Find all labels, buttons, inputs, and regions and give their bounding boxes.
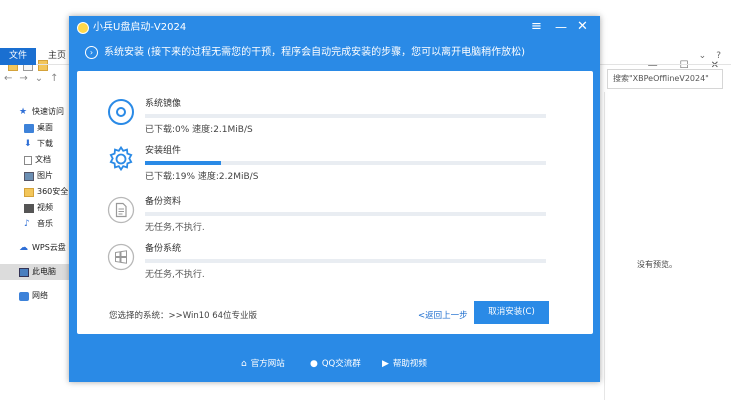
navigation-pane: ★ 快速访问 桌面 ⬇ 下载 文档 图片 360安全 视频 ♪ 音乐 ☁ WPS… <box>0 104 70 304</box>
qq-group-link-label: QQ交流群 <box>321 359 361 369</box>
sidebar-item-downloads[interactable]: ⬇ 下载 <box>0 136 70 152</box>
sidebar-item-label: 360安全 <box>37 187 69 196</box>
network-icon <box>19 291 29 301</box>
sidebar-item-label: 此电脑 <box>32 267 56 276</box>
sidebar-item-quick-access[interactable]: ★ 快速访问 <box>0 104 70 120</box>
video-icon <box>24 203 34 213</box>
tab-home[interactable]: 主页 <box>48 48 66 65</box>
step-header: › 系统安装 (接下来的过程无需您的干预，程序会自动完成安装的步骤，您可以离开电… <box>69 42 600 64</box>
task-status: 已下载:0% 速度:2.1MiB/S <box>145 125 253 135</box>
sidebar-item-documents[interactable]: 文档 <box>0 152 70 168</box>
sidebar-item-label: WPS云盘 <box>32 243 66 252</box>
chevron-down-icon[interactable]: ⌄ <box>35 73 43 84</box>
task-name: 备份资料 <box>145 197 182 207</box>
music-icon: ♪ <box>24 219 30 229</box>
progress-bar <box>145 114 546 118</box>
qq-icon: ● <box>310 359 318 369</box>
task-system-image: 系统镜像 已下载:0% 速度:2.1MiB/S <box>77 98 593 144</box>
step-description: 系统安装 (接下来的过程无需您的干预，程序会自动完成安装的步骤，您可以离开电脑稍… <box>104 47 525 58</box>
app-logo-icon <box>77 22 89 34</box>
home-icon: ⌂ <box>241 359 247 369</box>
back-link[interactable]: <返回上一步 <box>418 309 468 321</box>
sidebar-item-network[interactable]: 网络 <box>0 288 70 304</box>
pane-divider[interactable] <box>604 92 605 400</box>
play-icon: ▶ <box>382 359 389 369</box>
up-arrow-icon[interactable]: ↑ <box>50 73 58 84</box>
qq-group-link[interactable]: ● QQ交流群 <box>310 358 361 370</box>
ribbon-right-controls: ⌄ ? <box>699 48 721 65</box>
progress-bar <box>145 259 546 263</box>
sidebar-item-label: 视频 <box>37 203 53 212</box>
download-icon: ⬇ <box>24 139 32 149</box>
sidebar-item-desktop[interactable]: 桌面 <box>0 120 70 136</box>
task-status: 已下载:19% 速度:2.2MiB/S <box>145 172 259 182</box>
chevron-down-icon[interactable]: ⌄ <box>699 48 707 65</box>
progress-panel: 系统镜像 已下载:0% 速度:2.1MiB/S 安装组件 已下载:19% 速度:… <box>77 71 593 334</box>
chevron-right-icon: › <box>85 46 98 59</box>
sidebar-item-360[interactable]: 360安全 <box>0 184 70 200</box>
task-name: 备份系统 <box>145 244 182 254</box>
sidebar-item-label: 桌面 <box>37 123 53 132</box>
website-link[interactable]: ⌂ 官方网站 <box>241 358 285 370</box>
disc-icon <box>108 99 134 125</box>
document-icon <box>24 155 32 165</box>
sidebar-item-label: 图片 <box>37 171 53 180</box>
help-video-link-label: 帮助视频 <box>392 359 427 369</box>
dialog-titlebar[interactable]: 小兵U盘启动-V2024 ≡ — ✕ <box>69 16 600 40</box>
sidebar-item-label: 快速访问 <box>32 107 64 116</box>
sidebar-item-music[interactable]: ♪ 音乐 <box>0 216 70 232</box>
folder-icon <box>24 187 34 197</box>
sidebar-item-label: 网络 <box>32 291 48 300</box>
task-install-components: 安装组件 已下载:19% 速度:2.2MiB/S <box>77 145 593 191</box>
sidebar-item-this-pc[interactable]: 此电脑 <box>0 264 70 280</box>
task-name: 系统镜像 <box>145 99 182 109</box>
cloud-icon: ☁ <box>19 243 28 253</box>
gear-icon <box>109 145 133 172</box>
search-input[interactable]: 搜索"XBPeOfflineV2024" <box>607 69 723 89</box>
progress-fill <box>145 161 222 165</box>
cancel-install-button[interactable]: 取消安装(C) <box>474 301 549 324</box>
minimize-icon[interactable]: — <box>555 19 567 35</box>
task-status: 无任务,不执行. <box>145 223 205 233</box>
desktop-icon <box>24 123 34 133</box>
picture-icon <box>24 171 34 181</box>
close-icon[interactable]: ✕ <box>577 19 588 35</box>
dialog-footer: ⌂ 官方网站 ● QQ交流群 ▶ 帮助视频 <box>69 346 600 382</box>
sidebar-item-wps-cloud[interactable]: ☁ WPS云盘 <box>0 240 70 256</box>
help-video-link[interactable]: ▶ 帮助视频 <box>382 358 427 370</box>
back-arrow-icon[interactable]: ← <box>4 73 12 84</box>
sidebar-item-videos[interactable]: 视频 <box>0 200 70 216</box>
computer-icon <box>19 267 29 277</box>
task-name: 安装组件 <box>145 146 182 156</box>
navigation-buttons: ← → ⌄ ↑ <box>4 73 59 84</box>
preview-pane-message: 没有预览。 <box>637 260 677 269</box>
file-backup-icon <box>107 196 135 224</box>
task-backup-data: 备份资料 无任务,不执行. <box>77 196 593 242</box>
installer-dialog: 小兵U盘启动-V2024 ≡ — ✕ › 系统安装 (接下来的过程无需您的干预，… <box>69 16 600 382</box>
windows-backup-icon <box>107 243 135 271</box>
task-status: 无任务,不执行. <box>145 270 205 280</box>
menu-icon[interactable]: ≡ <box>531 19 542 35</box>
sidebar-item-label: 下载 <box>37 139 53 148</box>
sidebar-item-pictures[interactable]: 图片 <box>0 168 70 184</box>
website-link-label: 官方网站 <box>250 359 285 369</box>
sidebar-item-label: 音乐 <box>37 219 53 228</box>
dialog-title: 小兵U盘启动-V2024 <box>93 22 187 33</box>
progress-bar <box>145 212 546 216</box>
selected-system-label: 您选择的系统：>>Win10 64位专业版 <box>109 311 258 321</box>
progress-bar <box>145 161 546 165</box>
sidebar-item-label: 文档 <box>35 155 51 164</box>
star-icon: ★ <box>19 107 28 117</box>
help-icon[interactable]: ? <box>716 48 721 65</box>
forward-arrow-icon[interactable]: → <box>19 73 27 84</box>
task-backup-system: 备份系统 无任务,不执行. <box>77 243 593 289</box>
tab-file[interactable]: 文件 <box>0 48 36 65</box>
